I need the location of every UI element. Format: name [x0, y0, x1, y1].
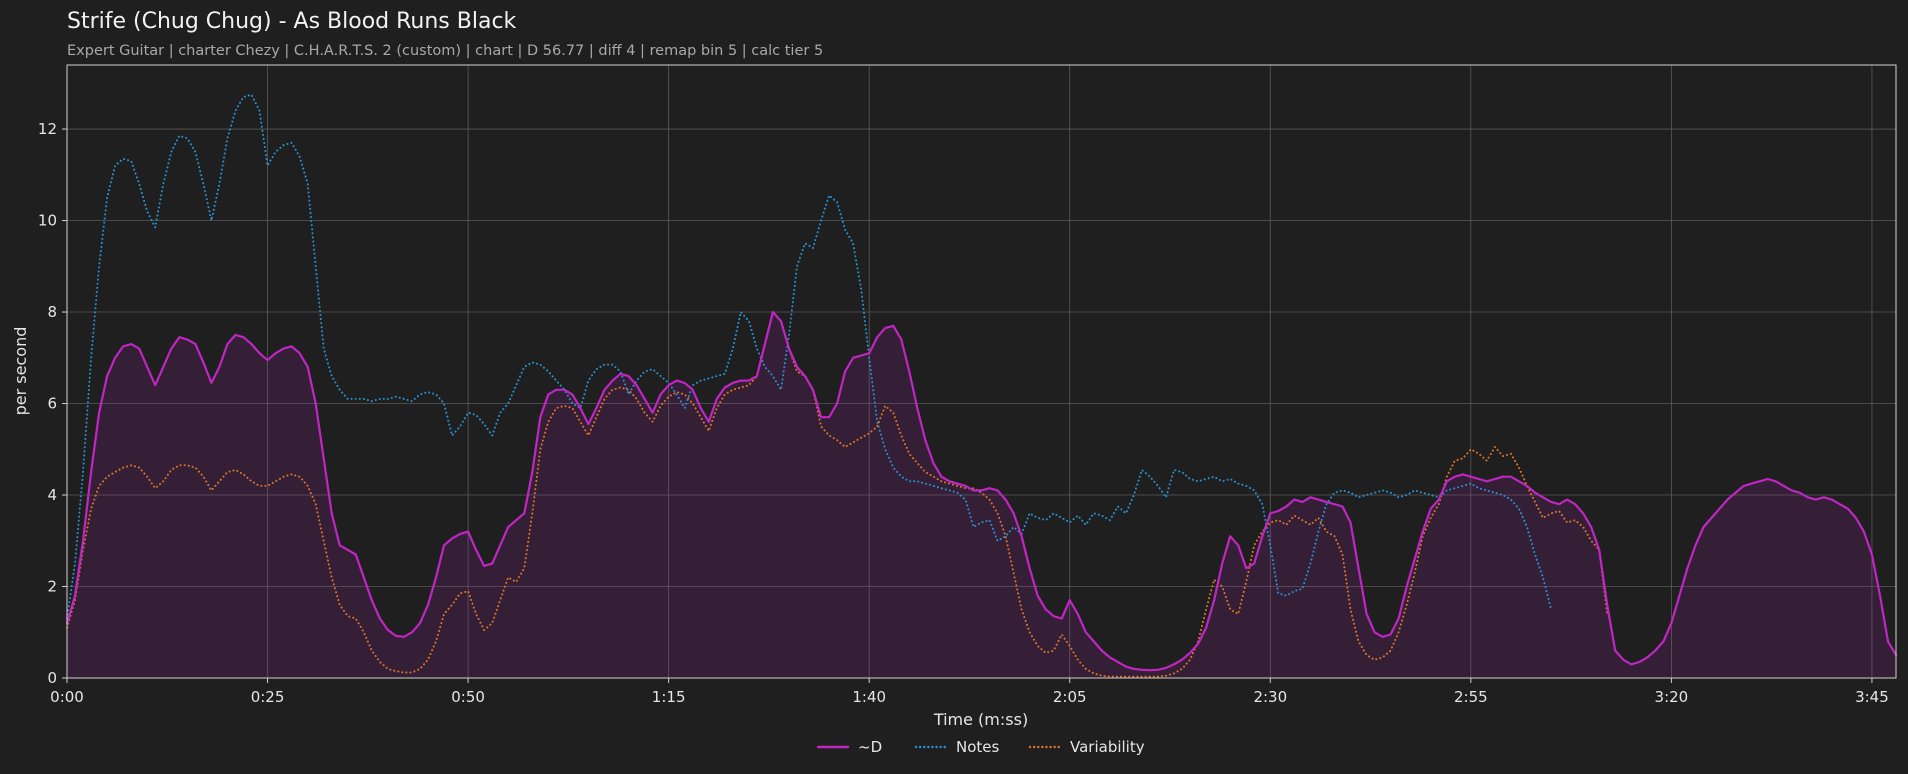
- x-tick-label: 1:15: [652, 688, 686, 706]
- x-tick-label: 0:50: [451, 688, 485, 706]
- legend-label-variability: Variability: [1070, 738, 1145, 756]
- x-tick-label: 3:45: [1855, 688, 1889, 706]
- chart-container: Strife (Chug Chug) - As Blood Runs Black…: [0, 0, 1908, 774]
- chart-canvas: Strife (Chug Chug) - As Blood Runs Black…: [11, 9, 1898, 756]
- x-tick-label: 2:55: [1454, 688, 1488, 706]
- legend: ~D Notes Variability: [816, 738, 1145, 756]
- y-tick-label: 12: [38, 120, 57, 138]
- y-tick-label: 8: [47, 303, 57, 321]
- x-tick-label: 2:05: [1053, 688, 1087, 706]
- y-tick-label: 6: [47, 395, 57, 413]
- legend-label-notes: Notes: [956, 738, 1000, 756]
- y-tick-label: 10: [38, 212, 57, 230]
- x-tick-label: 3:20: [1655, 688, 1689, 706]
- x-tick-label: 2:30: [1253, 688, 1287, 706]
- legend-label-d: ~D: [858, 738, 882, 756]
- x-axis-label: Time (m:ss): [933, 710, 1028, 729]
- chart-subtitle: Expert Guitar | charter Chezy | C.H.A.R.…: [67, 43, 823, 59]
- y-axis-ticks: 0 2 4 6 8 10 12: [38, 120, 67, 687]
- x-axis-ticks: 0:00 0:25 0:50 1:15 1:40 2:05 2:30 2:55 3:20 3:45: [50, 678, 1889, 706]
- x-tick-label: 0:00: [50, 688, 84, 706]
- x-tick-label: 0:25: [251, 688, 285, 706]
- y-tick-label: 0: [47, 669, 57, 687]
- y-tick-label: 4: [47, 486, 57, 504]
- x-tick-label: 1:40: [852, 688, 886, 706]
- chart-title: Strife (Chug Chug) - As Blood Runs Black: [67, 9, 517, 34]
- y-axis-label: per second: [11, 327, 30, 416]
- y-tick-label: 2: [47, 578, 57, 596]
